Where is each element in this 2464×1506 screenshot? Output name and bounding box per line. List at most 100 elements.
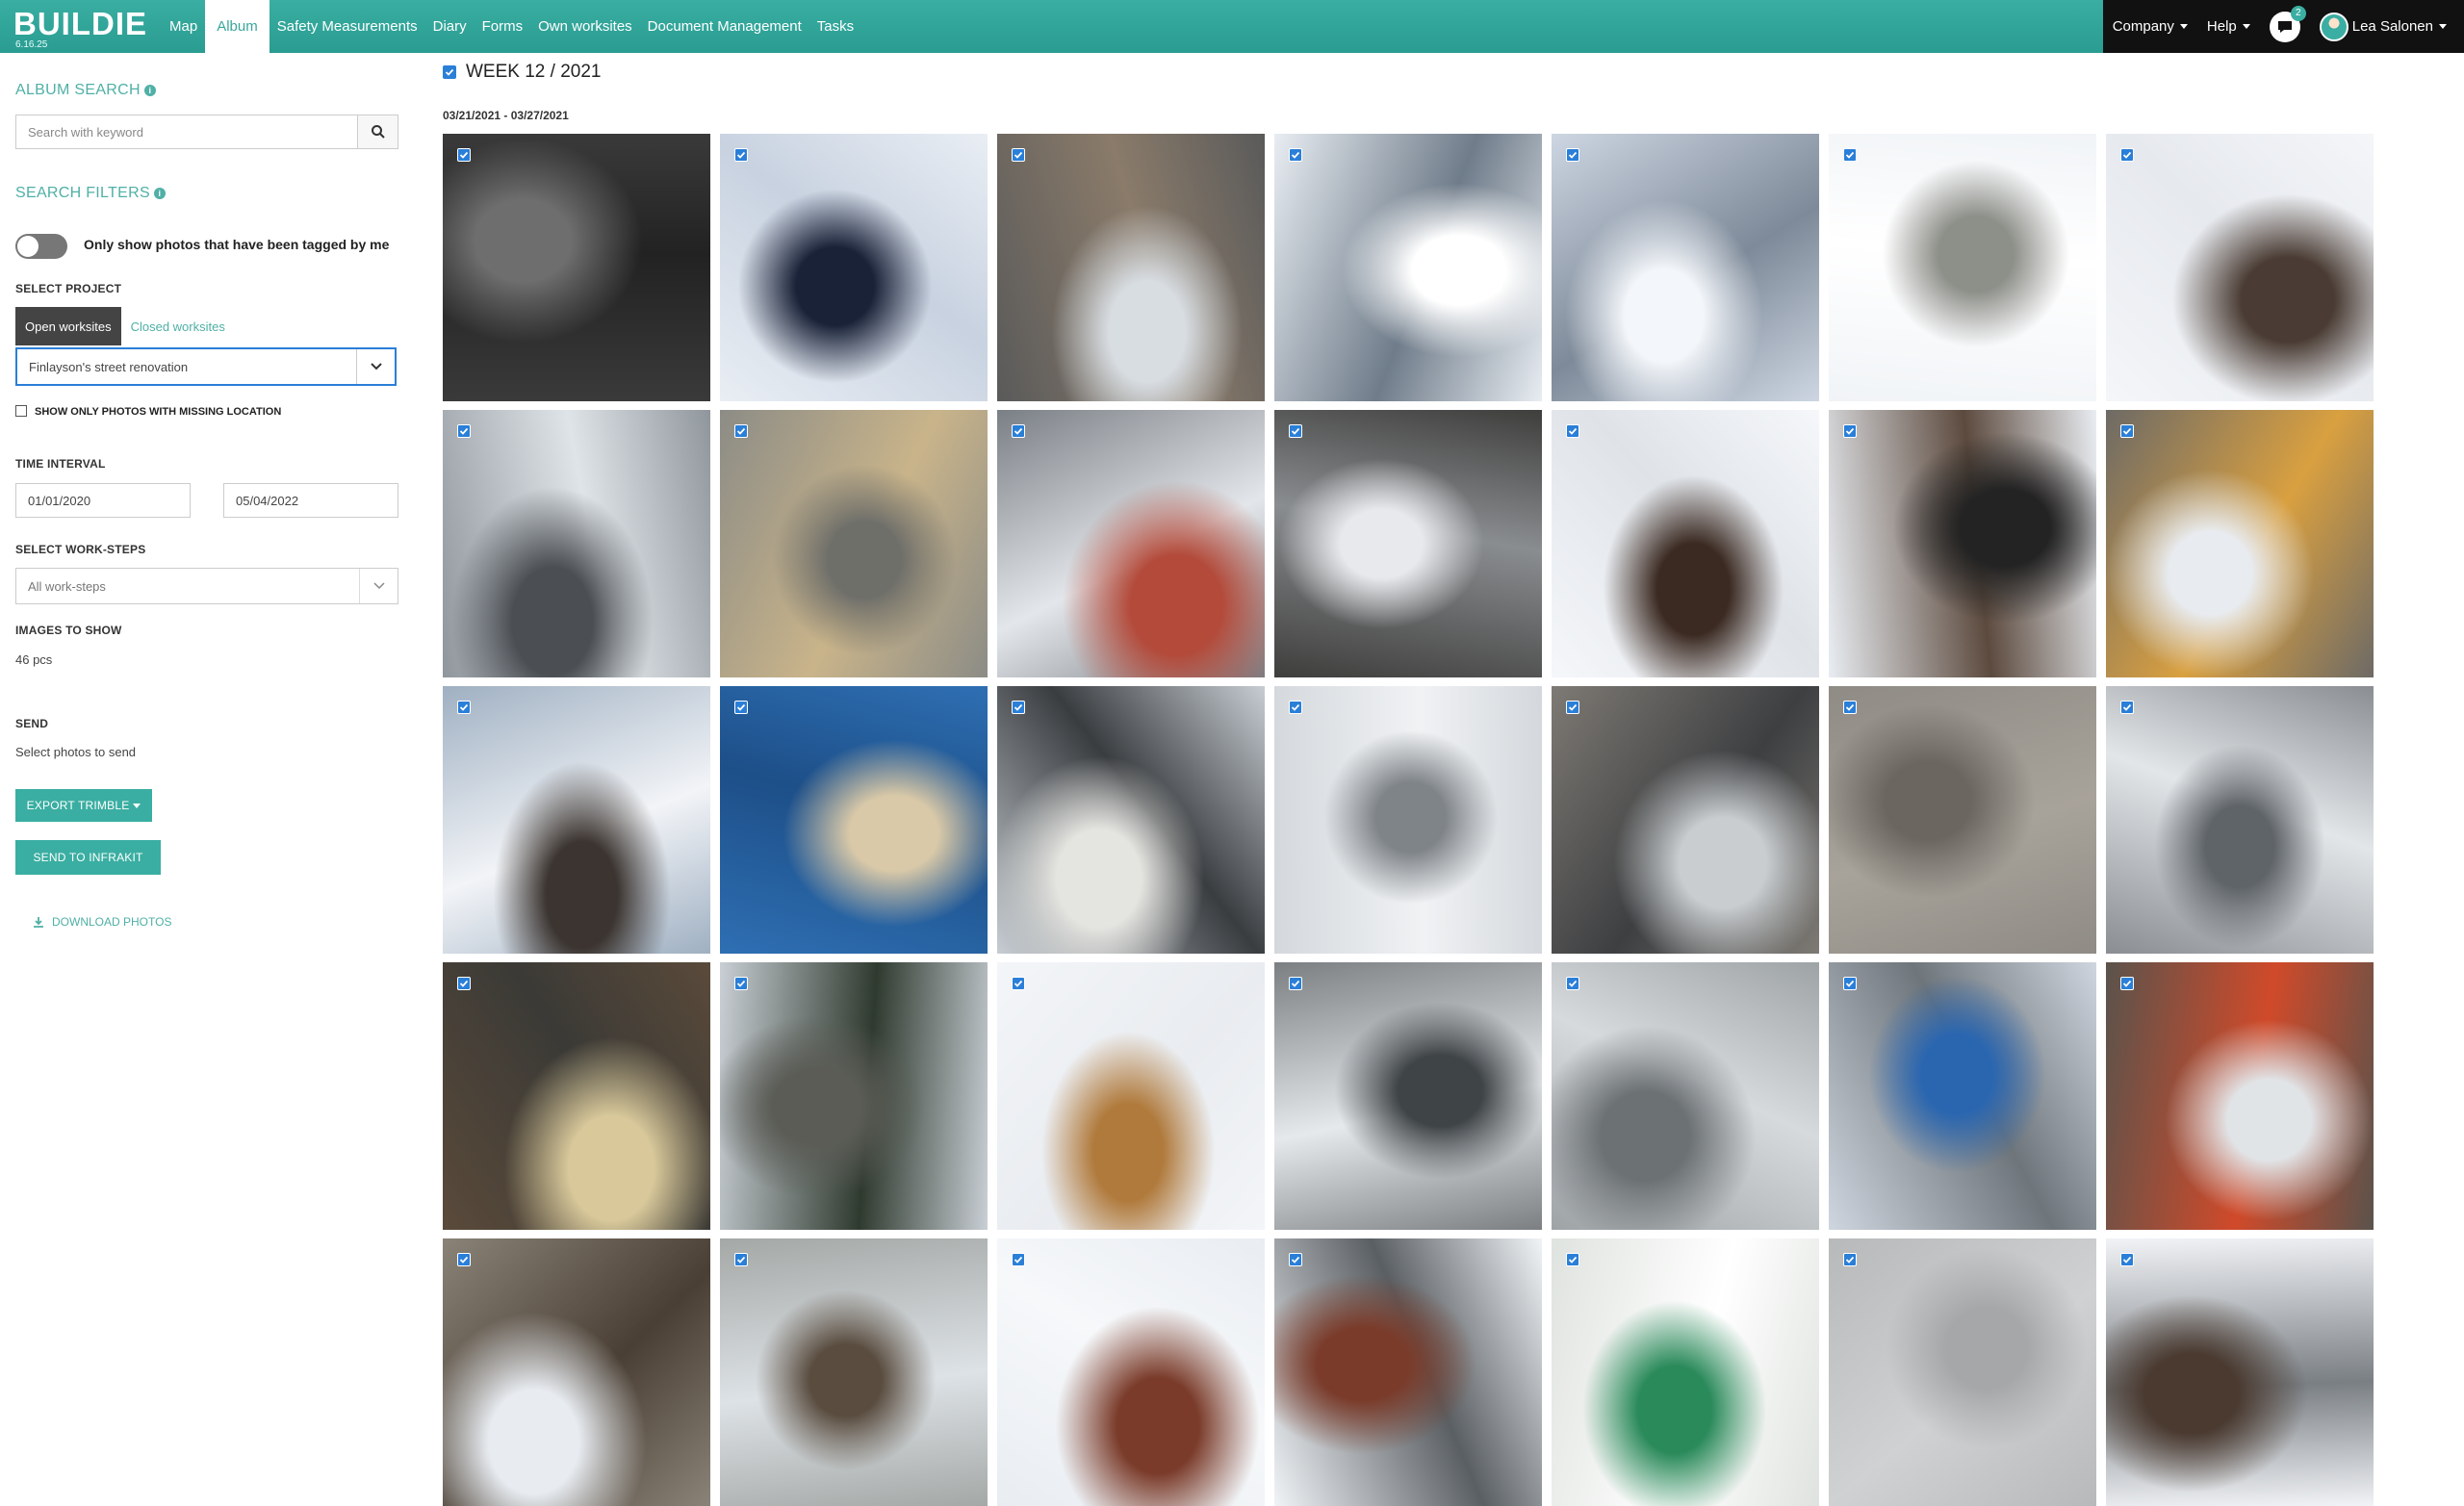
nav-item-own-worksites[interactable]: Own worksites <box>530 0 640 53</box>
photo-select-checkbox[interactable] <box>1289 148 1302 162</box>
photo-thumbnail[interactable] <box>1552 1238 1819 1506</box>
photo-select-checkbox[interactable] <box>1566 148 1579 162</box>
info-icon[interactable]: i <box>153 188 166 199</box>
photo-thumbnail[interactable] <box>720 1238 988 1506</box>
missing-location-checkbox[interactable] <box>15 405 27 417</box>
photo-thumbnail[interactable] <box>1552 962 1819 1230</box>
nav-item-map[interactable]: Map <box>162 0 205 53</box>
photo-select-checkbox[interactable] <box>2120 701 2134 714</box>
nav-item-diary[interactable]: Diary <box>425 0 475 53</box>
photo-select-checkbox[interactable] <box>1012 1253 1025 1266</box>
photo-thumbnail[interactable] <box>1552 134 1819 401</box>
photo-thumbnail[interactable] <box>1829 962 2096 1230</box>
search-input[interactable] <box>16 115 357 148</box>
photo-thumbnail[interactable] <box>720 134 988 401</box>
photo-select-checkbox[interactable] <box>1012 424 1025 438</box>
download-photos-link[interactable]: DOWNLOAD PHOTOS <box>33 915 171 929</box>
photo-select-checkbox[interactable] <box>734 148 748 162</box>
photo-thumbnail[interactable] <box>720 410 988 677</box>
photo-select-checkbox[interactable] <box>2120 148 2134 162</box>
photo-select-checkbox[interactable] <box>1843 701 1857 714</box>
photo-thumbnail[interactable] <box>1552 410 1819 677</box>
photo-select-checkbox[interactable] <box>1289 701 1302 714</box>
photo-select-checkbox[interactable] <box>734 424 748 438</box>
photo-select-checkbox[interactable] <box>457 977 471 990</box>
photo-select-checkbox[interactable] <box>1289 977 1302 990</box>
photo-select-checkbox[interactable] <box>1012 148 1025 162</box>
photo-thumbnail[interactable] <box>720 686 988 954</box>
photo-select-checkbox[interactable] <box>1289 424 1302 438</box>
photo-thumbnail[interactable] <box>997 962 1265 1230</box>
photo-select-checkbox[interactable] <box>1843 424 1857 438</box>
nav-item-document-management[interactable]: Document Management <box>640 0 809 53</box>
buildie-logo[interactable]: BUILDIE 6.16.25 <box>0 0 162 53</box>
photo-thumbnail[interactable] <box>2106 134 2374 401</box>
photo-thumbnail[interactable] <box>1274 1238 1542 1506</box>
photo-thumbnail[interactable] <box>443 410 710 677</box>
photo-select-checkbox[interactable] <box>734 977 748 990</box>
search-button[interactable] <box>357 115 398 148</box>
photo-thumbnail[interactable] <box>997 686 1265 954</box>
photo-thumbnail[interactable] <box>997 134 1265 401</box>
photo-thumbnail[interactable] <box>1274 962 1542 1230</box>
photo-select-checkbox[interactable] <box>1012 701 1025 714</box>
photo-select-checkbox[interactable] <box>2120 977 2134 990</box>
photo-select-checkbox[interactable] <box>1012 977 1025 990</box>
nav-item-forms[interactable]: Forms <box>475 0 531 53</box>
photo-thumbnail[interactable] <box>997 410 1265 677</box>
photo-thumbnail[interactable] <box>2106 410 2374 677</box>
work-steps-select[interactable]: All work-steps <box>15 568 398 604</box>
photo-thumbnail[interactable] <box>1829 686 2096 954</box>
photo-thumbnail[interactable] <box>997 1238 1265 1506</box>
photo-thumbnail[interactable] <box>1274 410 1542 677</box>
photo-thumbnail[interactable] <box>443 134 710 401</box>
photo-select-checkbox[interactable] <box>457 701 471 714</box>
photo-thumbnail[interactable] <box>443 686 710 954</box>
photo-select-checkbox[interactable] <box>1843 1253 1857 1266</box>
photo-thumbnail[interactable] <box>443 962 710 1230</box>
send-to-infrakit-button[interactable]: SEND TO INFRAKIT <box>15 840 161 875</box>
photo-select-checkbox[interactable] <box>457 424 471 438</box>
photo-select-checkbox[interactable] <box>1843 977 1857 990</box>
photo-thumbnail[interactable] <box>2106 686 2374 954</box>
nav-item-tasks[interactable]: Tasks <box>809 0 861 53</box>
info-icon[interactable]: i <box>143 85 156 96</box>
nav-item-album[interactable]: Album <box>205 0 270 53</box>
photo-select-checkbox[interactable] <box>457 1253 471 1266</box>
photo-select-checkbox[interactable] <box>1566 1253 1579 1266</box>
export-trimble-button[interactable]: EXPORT TRIMBLE <box>15 789 152 822</box>
tab-closed-worksites[interactable]: Closed worksites <box>121 307 235 345</box>
date-from-input[interactable]: 01/01/2020 <box>15 483 191 518</box>
project-select[interactable]: Finlayson's street renovation <box>15 347 397 386</box>
photo-select-checkbox[interactable] <box>1566 977 1579 990</box>
photo-select-checkbox[interactable] <box>457 148 471 162</box>
photo-thumbnail[interactable] <box>1274 134 1542 401</box>
week-select-checkbox[interactable] <box>443 65 456 79</box>
photo-thumbnail[interactable] <box>2106 1238 2374 1506</box>
photo-select-checkbox[interactable] <box>1566 424 1579 438</box>
nav-item-safety-measurements[interactable]: Safety Measurements <box>270 0 425 53</box>
photo-thumbnail[interactable] <box>720 962 988 1230</box>
photo-select-checkbox[interactable] <box>734 701 748 714</box>
help-menu[interactable]: Help <box>2207 18 2250 35</box>
chat-button[interactable]: 2 <box>2269 5 2306 42</box>
photo-thumbnail[interactable] <box>1552 686 1819 954</box>
tagged-by-me-toggle[interactable] <box>15 234 67 259</box>
user-menu[interactable]: Lea Salonen <box>2319 12 2447 41</box>
company-menu[interactable]: Company <box>2113 18 2188 35</box>
photo-select-checkbox[interactable] <box>734 1253 748 1266</box>
photo-select-checkbox[interactable] <box>2120 424 2134 438</box>
date-to-input[interactable]: 05/04/2022 <box>223 483 398 518</box>
photo-thumbnail[interactable] <box>443 1238 710 1506</box>
photo-thumbnail[interactable] <box>1829 410 2096 677</box>
tab-open-worksites[interactable]: Open worksites <box>15 307 121 345</box>
photo-select-checkbox[interactable] <box>1289 1253 1302 1266</box>
check-icon <box>1291 1256 1300 1264</box>
photo-select-checkbox[interactable] <box>1566 701 1579 714</box>
photo-thumbnail[interactable] <box>1829 1238 2096 1506</box>
photo-select-checkbox[interactable] <box>1843 148 1857 162</box>
photo-thumbnail[interactable] <box>1274 686 1542 954</box>
photo-select-checkbox[interactable] <box>2120 1253 2134 1266</box>
photo-thumbnail[interactable] <box>1829 134 2096 401</box>
photo-thumbnail[interactable] <box>2106 962 2374 1230</box>
